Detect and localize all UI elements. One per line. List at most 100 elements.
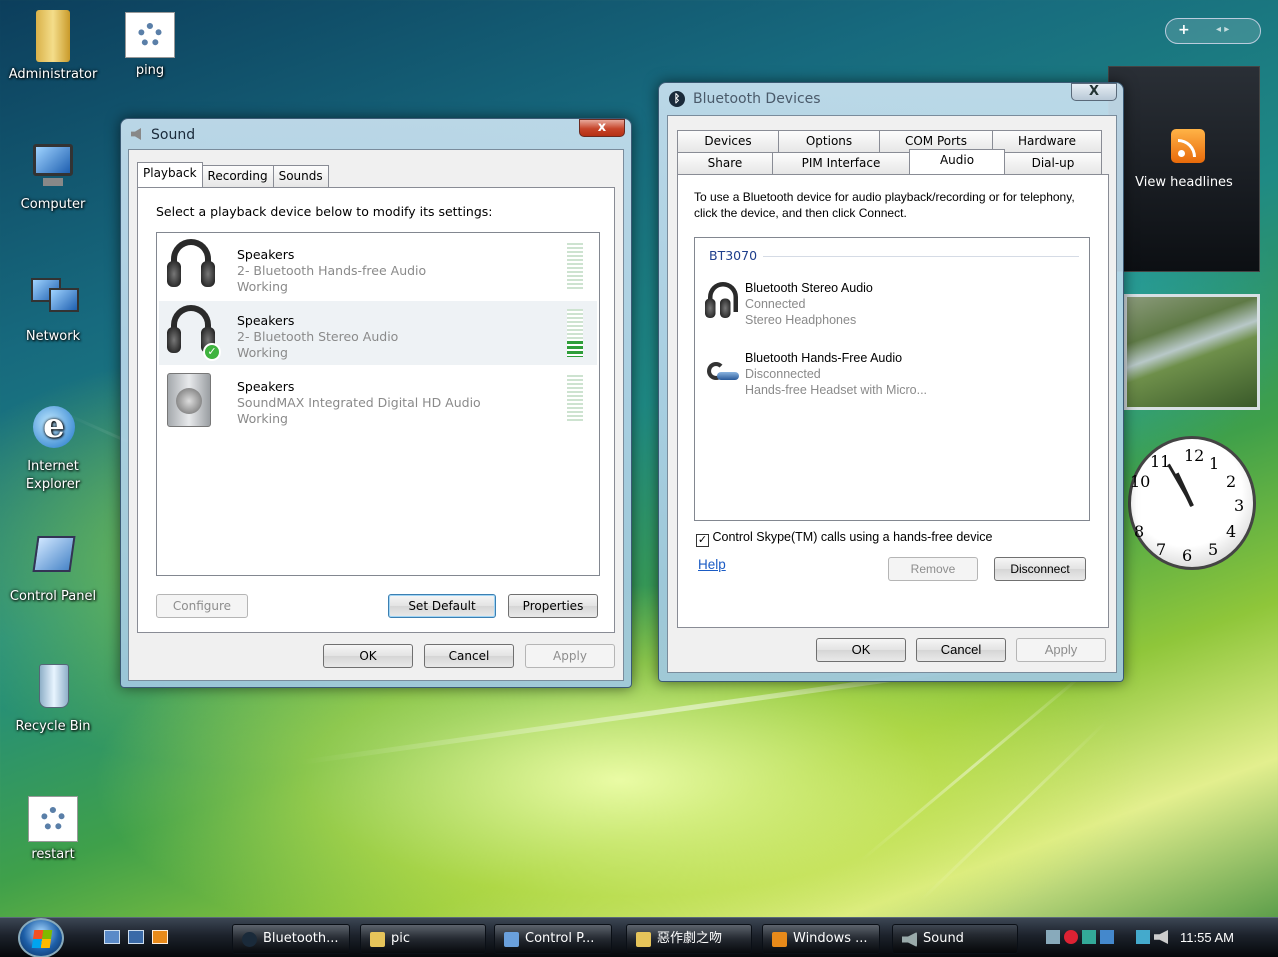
playback-device-list[interactable]: Speakers 2- Bluetooth Hands-free Audio W… xyxy=(156,232,600,576)
device-status: Disconnected xyxy=(745,367,821,381)
apply-button[interactable]: Apply xyxy=(1016,638,1106,662)
clock-number: 2 xyxy=(1226,472,1237,491)
clock-number: 7 xyxy=(1156,540,1167,559)
desktop-icon-restart[interactable]: restart xyxy=(3,796,103,864)
ok-button[interactable]: OK xyxy=(323,644,413,668)
control-panel-icon xyxy=(27,532,79,584)
network-status-icon[interactable] xyxy=(1136,930,1150,944)
device-desc: 2- Bluetooth Stereo Audio xyxy=(237,329,399,344)
desktop-icon-network[interactable]: Network xyxy=(3,272,103,346)
gear-shortcut-icon xyxy=(28,796,78,842)
tab-dial-up[interactable]: Dial-up xyxy=(1004,152,1102,174)
list-item[interactable]: ✓ Speakers 2- Bluetooth Stereo Audio Wor… xyxy=(159,301,597,365)
bluetooth-tabs-row2: Share PIM Interface Audio Dial-up xyxy=(677,149,1102,174)
view-headlines-label[interactable]: View headlines xyxy=(1109,175,1259,190)
list-item[interactable]: Speakers 2- Bluetooth Hands-free Audio W… xyxy=(159,235,597,299)
slideshow-gadget[interactable] xyxy=(1124,294,1260,410)
clock-number: 11 xyxy=(1150,452,1171,471)
skype-checkbox-row[interactable]: ✓ Control Skype(TM) calls using a hands-… xyxy=(696,530,992,547)
media-player-icon[interactable] xyxy=(152,930,168,944)
tab-audio[interactable]: Audio xyxy=(909,149,1005,174)
desktop-icon-recycle-bin[interactable]: Recycle Bin xyxy=(3,662,103,736)
close-button[interactable]: X xyxy=(1071,83,1117,101)
properties-button[interactable]: Properties xyxy=(508,594,598,618)
skype-checkbox[interactable]: ✓ xyxy=(696,534,709,547)
bluetooth-titlebar[interactable]: ᛒ Bluetooth Devices X xyxy=(659,83,1123,113)
sound-client: Playback Recording Sounds Select a playb… xyxy=(128,149,624,681)
tab-playback[interactable]: Playback xyxy=(137,162,203,187)
list-item[interactable]: Bluetooth Hands-Free Audio Disconnected … xyxy=(701,348,1081,402)
taskbar-item-sound[interactable]: Sound xyxy=(892,924,1018,954)
desktop-icon-control-panel[interactable]: Control Panel xyxy=(3,532,103,606)
taskbar-item-pic[interactable]: pic xyxy=(360,924,486,954)
cancel-button[interactable]: Cancel xyxy=(424,644,514,668)
group-name: BT3070 xyxy=(709,248,764,263)
clock-number: 12 xyxy=(1184,446,1205,465)
tab-sounds[interactable]: Sounds xyxy=(272,165,329,187)
remove-button[interactable]: Remove xyxy=(888,557,978,581)
feed-headlines-gadget[interactable]: View headlines xyxy=(1108,66,1260,272)
taskbar-item-label: pic xyxy=(391,931,411,946)
gadget-nav-arrows[interactable]: ◂ ▸ xyxy=(1216,24,1229,35)
folder-icon xyxy=(636,932,651,947)
cancel-button[interactable]: Cancel xyxy=(916,638,1006,662)
list-item[interactable]: Speakers SoundMAX Integrated Digital HD … xyxy=(159,367,597,431)
playback-instruction: Select a playback device below to modify… xyxy=(156,204,493,219)
clock-number: 8 xyxy=(1134,522,1145,541)
taskbar-item-control-panel[interactable]: Control P... xyxy=(494,924,612,954)
app-tray-icon[interactable] xyxy=(1082,930,1096,944)
ok-button[interactable]: OK xyxy=(816,638,906,662)
show-desktop-icon[interactable] xyxy=(104,930,120,944)
tab-recording[interactable]: Recording xyxy=(201,165,274,187)
tray-clock[interactable]: 11:55 AM xyxy=(1180,930,1234,945)
configure-button[interactable]: Configure xyxy=(156,594,248,618)
computer-icon xyxy=(27,140,79,192)
taskbar-item-bluetooth[interactable]: Bluetooth... xyxy=(232,924,350,954)
desktop-icon-administrator[interactable]: Administrator xyxy=(3,10,103,84)
audio-page: To use a Bluetooth device for audio play… xyxy=(677,174,1109,628)
tab-share[interactable]: Share xyxy=(677,152,773,174)
network-tray-icon[interactable] xyxy=(1046,930,1060,944)
add-gadget-button[interactable]: + xyxy=(1178,22,1190,38)
desktop-icon-label: ping xyxy=(135,63,165,78)
audio-device-list[interactable]: BT3070 Bluetooth Stereo Audio Connected … xyxy=(694,237,1090,521)
device-name: Speakers xyxy=(237,313,295,328)
volume-tray-icon[interactable] xyxy=(1154,930,1168,944)
sound-titlebar[interactable]: Sound x xyxy=(121,119,631,149)
folder-icon xyxy=(370,932,385,947)
set-default-button[interactable]: Set Default xyxy=(388,594,496,618)
help-link[interactable]: Help xyxy=(698,557,726,572)
desktop-icon-label: Network xyxy=(25,329,81,344)
device-desc: Hands-free Headset with Micro... xyxy=(745,383,928,397)
desktop-icon-internet-explorer[interactable]: e Internet Explorer xyxy=(3,402,103,494)
desktop-icon-label: restart xyxy=(31,847,75,862)
close-button[interactable]: x xyxy=(579,119,625,137)
headphones-icon xyxy=(167,239,215,293)
tab-hardware[interactable]: Hardware xyxy=(992,130,1102,152)
tab-options[interactable]: Options xyxy=(778,130,880,152)
desktop-icon-ping[interactable]: ping xyxy=(100,12,200,80)
taskbar-item-folder[interactable]: 惡作劇之吻 xyxy=(626,924,752,954)
disconnect-button[interactable]: Disconnect xyxy=(994,557,1086,581)
gear-shortcut-icon xyxy=(125,12,175,58)
start-button[interactable] xyxy=(18,918,64,957)
tab-devices[interactable]: Devices xyxy=(677,130,779,152)
sidebar-controls: + ◂ ▸ xyxy=(1165,18,1261,44)
bluetooth-window: ᛒ Bluetooth Devices X Devices Options CO… xyxy=(658,82,1124,682)
device-status: Connected xyxy=(745,297,806,311)
taskbar-item-label: Bluetooth... xyxy=(263,931,339,946)
taskbar-item-label: Windows ... xyxy=(793,931,868,946)
switch-windows-icon[interactable] xyxy=(128,930,144,944)
apply-button[interactable]: Apply xyxy=(525,644,615,668)
taskbar-item-windows[interactable]: Windows ... xyxy=(762,924,880,954)
display-tray-icon[interactable] xyxy=(1100,930,1114,944)
speaker-icon xyxy=(902,932,917,947)
clock-number: 4 xyxy=(1226,522,1237,541)
tab-pim-interface[interactable]: PIM Interface xyxy=(772,152,910,174)
sound-window: Sound x Playback Recording Sounds Select… xyxy=(120,118,632,688)
list-item[interactable]: Bluetooth Stereo Audio Connected Stereo … xyxy=(701,278,1081,332)
volume-meter xyxy=(567,309,583,357)
clock-number: 10 xyxy=(1130,472,1151,491)
desktop-icon-computer[interactable]: Computer xyxy=(3,140,103,214)
error-tray-icon[interactable] xyxy=(1064,930,1078,944)
